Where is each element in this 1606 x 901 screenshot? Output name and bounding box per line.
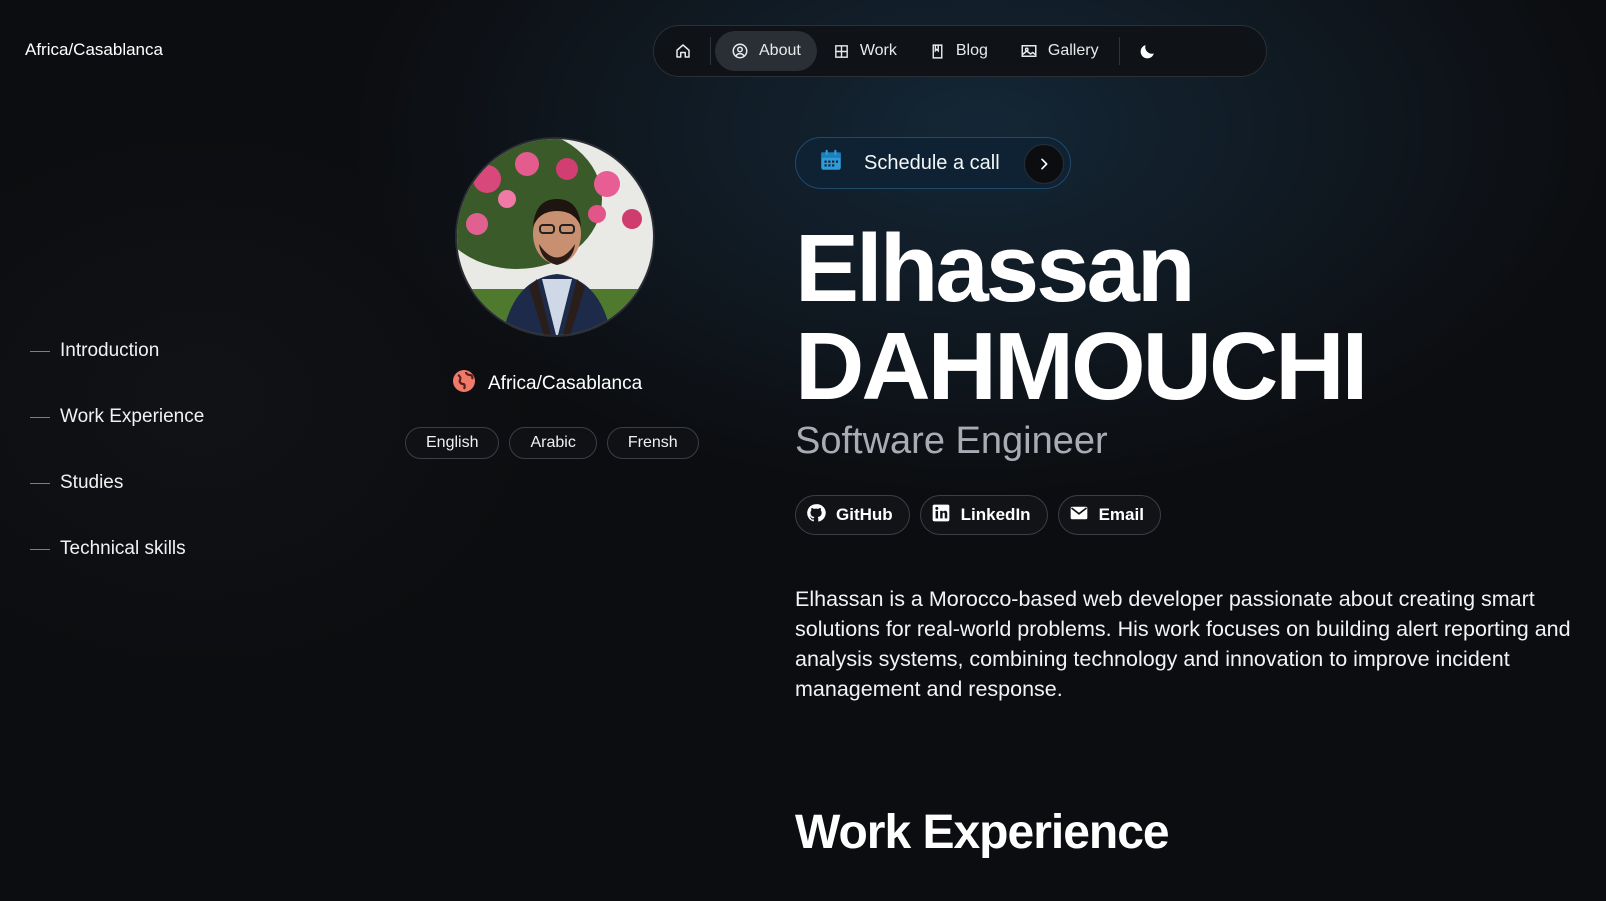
last-name: DAHMOUCHI bbox=[795, 313, 1368, 420]
theme-toggle-button[interactable] bbox=[1124, 31, 1171, 71]
toc-dash bbox=[30, 482, 50, 484]
toc-item-technical-skills[interactable]: Technical skills bbox=[30, 536, 204, 562]
github-icon bbox=[806, 503, 826, 528]
toc-item-work-experience[interactable]: Work Experience bbox=[30, 404, 204, 430]
toc-dash bbox=[30, 416, 50, 418]
profile-name: Elhassan DAHMOUCHI bbox=[795, 220, 1368, 416]
chevron-right-icon bbox=[1024, 144, 1064, 184]
profile-avatar bbox=[455, 137, 655, 337]
social-links: GitHub LinkedIn Email bbox=[795, 495, 1161, 535]
language-tag-english: English bbox=[405, 427, 500, 459]
github-link[interactable]: GitHub bbox=[795, 495, 910, 535]
top-navigation: About Work Blog Gallery bbox=[653, 25, 1267, 77]
profile-bio: Elhassan is a Morocco-based web develope… bbox=[795, 587, 1571, 701]
nav-item-work[interactable]: Work bbox=[817, 31, 913, 71]
linkedin-label: LinkedIn bbox=[960, 505, 1031, 524]
toc-item-studies[interactable]: Studies bbox=[30, 470, 204, 496]
globe-icon bbox=[452, 369, 476, 399]
nav-item-label: Gallery bbox=[1047, 42, 1099, 59]
linkedin-link[interactable]: LinkedIn bbox=[919, 495, 1048, 535]
nav-item-label: Blog bbox=[955, 42, 988, 59]
header-timezone: Africa/Casablanca bbox=[25, 40, 163, 59]
toc-item-label: Technical skills bbox=[60, 538, 186, 559]
nav-divider bbox=[1118, 37, 1120, 65]
schedule-call-button[interactable]: Schedule a call bbox=[795, 137, 1071, 189]
work-experience-heading: Work Experience bbox=[795, 806, 1170, 859]
toc-item-introduction[interactable]: Introduction bbox=[30, 338, 204, 364]
table-of-contents: Introduction Work Experience Studies Tec… bbox=[30, 338, 204, 602]
mail-icon bbox=[1069, 503, 1089, 528]
language-tag-arabic: Arabic bbox=[509, 427, 597, 459]
home-icon bbox=[674, 42, 692, 60]
nav-item-label: Work bbox=[859, 42, 897, 59]
schedule-call-label: Schedule a call bbox=[864, 151, 1000, 174]
nav-item-blog[interactable]: Blog bbox=[913, 31, 1004, 71]
email-link[interactable]: Email bbox=[1057, 495, 1161, 535]
language-tags: English Arabic Frensh bbox=[405, 427, 699, 459]
grid-icon bbox=[833, 43, 850, 60]
toc-item-label: Studies bbox=[60, 472, 124, 493]
github-label: GitHub bbox=[836, 505, 893, 524]
profile-role: Software Engineer bbox=[795, 420, 1108, 462]
first-name: Elhassan bbox=[795, 215, 1196, 322]
nav-item-label: About bbox=[759, 42, 801, 59]
location-label: Africa/Casablanca bbox=[488, 373, 643, 394]
toc-item-label: Introduction bbox=[60, 340, 160, 361]
language-tag-french: Frensh bbox=[606, 427, 699, 459]
moon-icon bbox=[1138, 42, 1157, 61]
user-circle-icon bbox=[731, 42, 749, 60]
nav-item-about[interactable]: About bbox=[715, 31, 817, 71]
toc-item-label: Work Experience bbox=[60, 406, 205, 427]
nav-home-button[interactable] bbox=[660, 31, 706, 71]
linkedin-icon bbox=[931, 503, 951, 528]
email-label: Email bbox=[1098, 505, 1144, 524]
profile-location: Africa/Casablanca bbox=[452, 369, 642, 399]
toc-dash bbox=[30, 548, 50, 550]
nav-item-gallery[interactable]: Gallery bbox=[1004, 31, 1115, 71]
nav-divider bbox=[710, 37, 711, 65]
book-icon bbox=[929, 43, 946, 60]
image-icon bbox=[1020, 42, 1038, 60]
calendar-icon bbox=[818, 147, 844, 179]
toc-dash bbox=[30, 350, 50, 352]
